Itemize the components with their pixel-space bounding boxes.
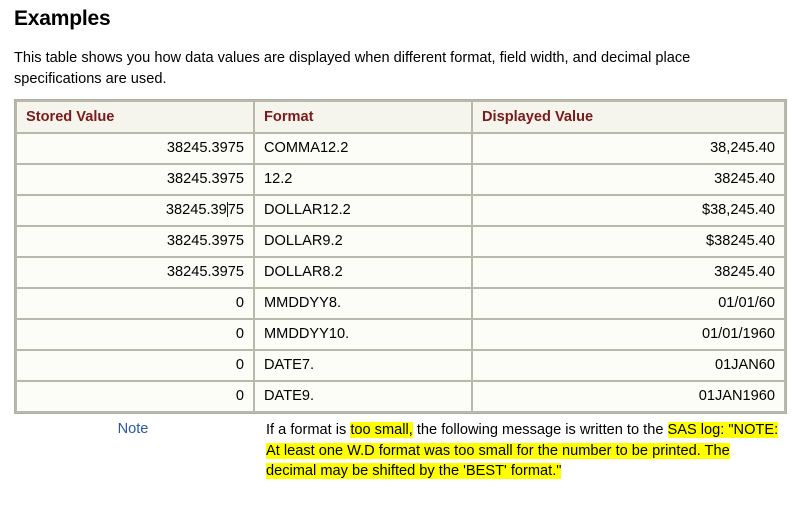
- column-header-format: Format: [255, 102, 471, 132]
- note-label: Note: [117, 421, 149, 437]
- table-row: 38245.3975 COMMA12.2 38,245.40: [17, 134, 784, 163]
- cell-format: DOLLAR8.2: [255, 258, 471, 287]
- cell-stored-value: 0: [17, 289, 253, 318]
- document-page: Examples This table shows you how data v…: [0, 7, 799, 531]
- table-body: 38245.3975 COMMA12.2 38,245.40 38245.3975 12…: [17, 134, 784, 411]
- table-row: 0 MMDDYY8. 01/01/60: [17, 289, 784, 318]
- intro-paragraph: This table shows you how data values are…: [14, 50, 691, 87]
- cell-displayed-value: 01/01/60: [473, 289, 784, 318]
- cell-displayed-value: 01JAN60: [473, 351, 784, 380]
- table-row: 0 MMDDYY10. 01/01/1960: [17, 320, 784, 349]
- cell-format: MMDDYY8.: [255, 289, 471, 318]
- cell-stored-value: 0: [17, 351, 253, 380]
- page-title: Examples: [14, 7, 111, 30]
- cell-format: 12.2: [255, 165, 471, 194]
- cell-stored-value: 0: [17, 320, 253, 349]
- cell-displayed-value: $38,245.40: [473, 196, 784, 225]
- note-segment-1: If a format is: [266, 422, 351, 438]
- cell-format: DOLLAR9.2: [255, 227, 471, 256]
- note-segment-3: the following message is written to the: [412, 422, 668, 438]
- stored-value-text-before-caret: 38245.39: [165, 202, 227, 218]
- table-row: 0 DATE7. 01JAN60: [17, 351, 784, 380]
- cell-displayed-value: $38245.40: [473, 227, 784, 256]
- cell-displayed-value: 01/01/1960: [473, 320, 784, 349]
- table-row: 38245.3975 DOLLAR9.2 $38245.40: [17, 227, 784, 256]
- column-header-displayed-value: Displayed Value: [473, 102, 784, 132]
- table-header: Stored Value Format Displayed Value: [17, 102, 784, 132]
- note-body: If a format is too small, the following …: [266, 420, 783, 482]
- cell-stored-value: 38245.3975: [17, 258, 253, 287]
- cell-stored-value: 38245.3975: [17, 134, 253, 163]
- examples-table: Stored Value Format Displayed Value 3824…: [14, 99, 787, 414]
- cell-stored-value: 38245.3975: [17, 165, 253, 194]
- cell-format: COMMA12.2: [255, 134, 471, 163]
- cell-format: DOLLAR12.2: [255, 196, 471, 225]
- table-row: 38245.3975 12.2 38245.40: [17, 165, 784, 194]
- cell-stored-value: 38245.3975: [17, 196, 253, 225]
- cell-displayed-value: 38,245.40: [473, 134, 784, 163]
- cell-stored-value: 38245.3975: [17, 227, 253, 256]
- column-header-stored-value: Stored Value: [17, 102, 253, 132]
- table-row: 38245.3975 DOLLAR12.2 $38,245.40: [17, 196, 784, 225]
- table-row: 38245.3975 DOLLAR8.2 38245.40: [17, 258, 784, 287]
- cell-displayed-value: 01JAN1960: [473, 382, 784, 411]
- cell-displayed-value: 38245.40: [473, 165, 784, 194]
- note-row: Note If a format is too small, the follo…: [14, 420, 783, 482]
- note-spacer: [252, 420, 266, 482]
- cell-format: DATE9.: [255, 382, 471, 411]
- table-header-row: Stored Value Format Displayed Value: [17, 102, 784, 132]
- examples-table-wrapper: Stored Value Format Displayed Value 3824…: [14, 99, 787, 414]
- stored-value-text-after-caret: 75: [227, 202, 244, 218]
- cell-format: DATE7.: [255, 351, 471, 380]
- table-row: 0 DATE9. 01JAN1960: [17, 382, 784, 411]
- cell-stored-value: 0: [17, 382, 253, 411]
- note-highlight-too-small: too small,: [350, 422, 413, 438]
- cell-displayed-value: 38245.40: [473, 258, 784, 287]
- cell-format: MMDDYY10.: [255, 320, 471, 349]
